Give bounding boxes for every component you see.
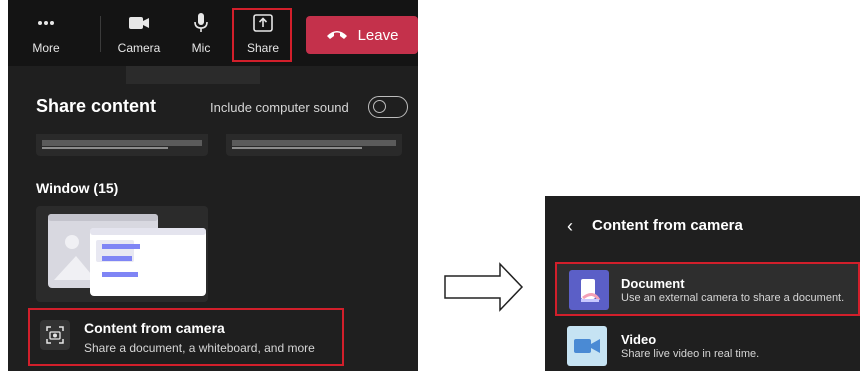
screen-thumbnail-2[interactable] [226,134,402,156]
camera-label: Camera [117,41,161,55]
meeting-toolbar: More Camera Mic Share Leave [8,0,418,66]
content-from-camera-title: Content from camera [84,320,225,336]
tooltip-strip [126,66,260,84]
flow-arrow-icon [444,262,524,317]
thumbnail-detail [232,147,362,149]
window-thumbnail[interactable] [36,206,208,302]
window-placeholder-icon [48,214,206,296]
share-content-title: Share content [36,96,157,116]
document-icon [569,270,609,310]
video-subtitle: Share live video in real time. [621,348,760,360]
toggle-knob [373,100,386,113]
thumbnail-taskbar [42,140,202,146]
document-title: Document [621,276,685,291]
document-option[interactable]: Document Use an external camera to share… [555,262,860,316]
more-button[interactable]: More [28,0,64,66]
more-label: More [32,41,60,55]
video-title: Video [621,332,657,347]
content-from-camera-subtitle: Share a document, a whiteboard, and more [84,341,315,355]
toolbar-divider [100,16,101,52]
camera-scan-icon [40,320,70,350]
computer-sound-label: Include computer sound [210,100,349,115]
content-from-camera-option[interactable]: Content from camera Share a document, a … [28,308,344,366]
window-section-label: Window (15) [36,180,119,196]
camera-panel: ‹ Content from camera Document Use an ex… [545,196,860,371]
mic-button[interactable]: Mic [184,0,218,66]
camera-panel-title: Content from camera [592,217,743,234]
computer-sound-toggle[interactable] [368,96,408,118]
share-highlight-box [232,8,292,62]
leave-button[interactable]: Leave [306,16,418,54]
share-panel: More Camera Mic Share Leave Share conten… [8,0,418,371]
back-chevron-icon[interactable]: ‹ [567,216,573,237]
mic-icon [193,11,209,35]
mic-label: Mic [191,41,211,55]
more-icon [37,11,55,35]
phone-hangup-icon [326,27,348,44]
video-icon [567,326,607,366]
leave-label: Leave [357,26,399,44]
document-subtitle: Use an external camera to share a docume… [621,292,845,304]
thumbnail-taskbar [232,140,396,146]
screen-thumbnail-1[interactable] [36,134,208,156]
thumbnail-detail [42,147,168,149]
camera-icon [128,11,150,35]
camera-button[interactable]: Camera [116,0,162,66]
video-option[interactable]: Video Share live video in real time. [557,322,860,370]
